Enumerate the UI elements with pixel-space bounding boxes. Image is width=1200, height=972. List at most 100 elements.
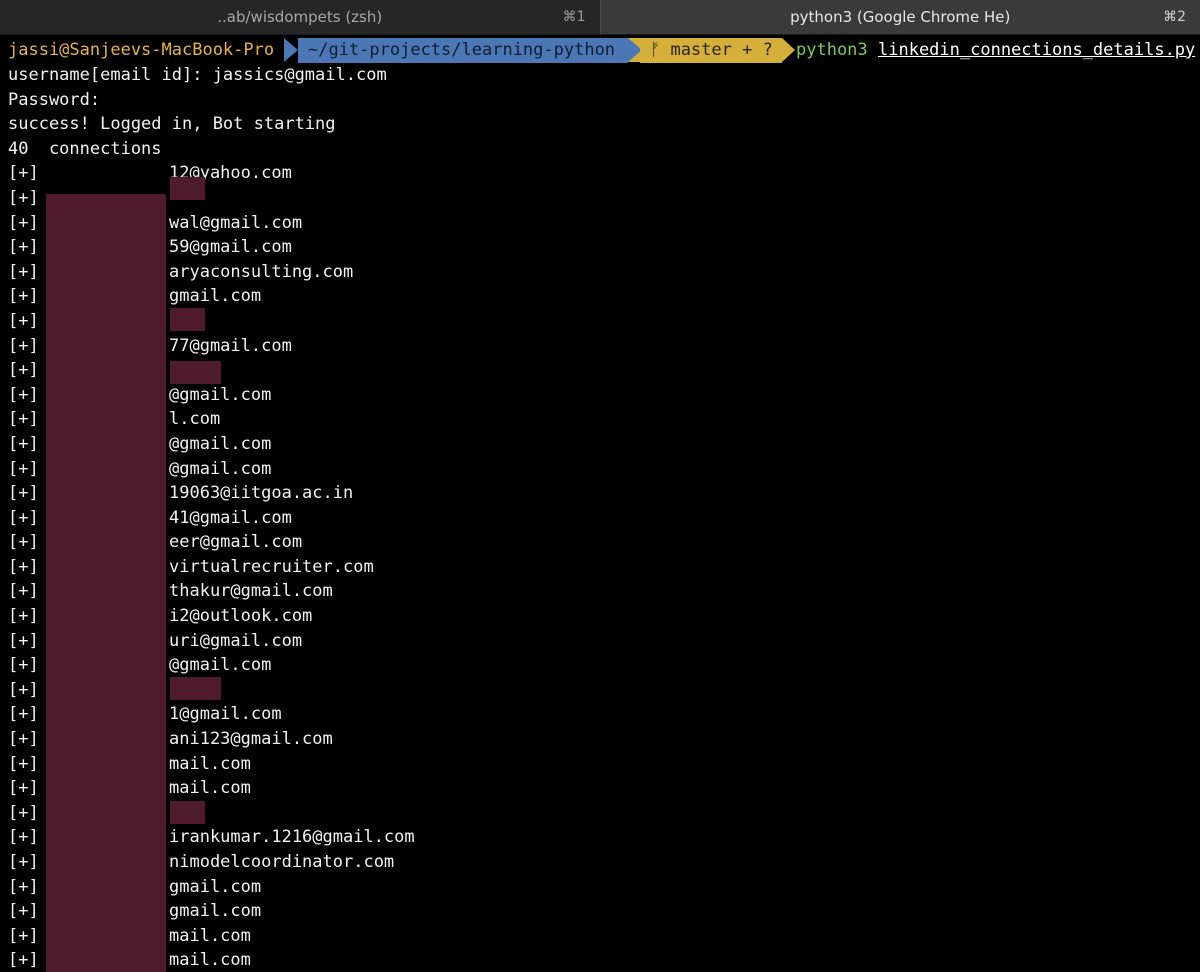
connection-row: [+] 59@gmail.com xyxy=(8,235,1200,260)
connection-email: gmail.com xyxy=(169,286,262,307)
connection-marker: [+] xyxy=(8,433,39,454)
connection-marker: [+] xyxy=(8,187,39,208)
connection-marker: [+] xyxy=(8,556,39,577)
connection-marker: [+] xyxy=(8,532,39,553)
connection-email: mail.com xyxy=(169,950,251,971)
connection-email: 1@gmail.com xyxy=(169,704,282,725)
redaction-block xyxy=(170,308,205,331)
connection-marker: [+] xyxy=(8,163,39,184)
connection-row: [+] @gmail.com xyxy=(8,653,1200,678)
connection-marker: [+] xyxy=(8,655,39,676)
connection-marker: [+] xyxy=(8,237,39,258)
connection-marker: [+] xyxy=(8,384,39,405)
password-line: Password: xyxy=(8,89,101,110)
connection-row: [+] @gmail.com xyxy=(8,383,1200,408)
connection-marker: [+] xyxy=(8,778,39,799)
redaction-block xyxy=(46,194,166,972)
connection-marker: [+] xyxy=(8,802,39,823)
connection-row: [+] 19063@iitgoa.ac.in xyxy=(8,481,1200,506)
connection-row: [+] aryaconsulting.com xyxy=(8,260,1200,285)
connection-marker: [+] xyxy=(8,876,39,897)
connection-row: [+] ani123@gmail.com xyxy=(8,727,1200,752)
connection-email: @gmail.com xyxy=(169,655,272,676)
git-branch-icon: ᚠ xyxy=(650,40,661,60)
connection-email: irankumar.1216@gmail.com xyxy=(169,827,415,848)
connection-marker: [+] xyxy=(8,507,39,528)
connection-marker: [+] xyxy=(8,901,39,922)
connection-row: [+] l.com xyxy=(8,407,1200,432)
connection-email: uri@gmail.com xyxy=(169,630,303,651)
connection-row: [+] wal@gmail.com xyxy=(8,211,1200,236)
prompt-user-host: jassi@Sanjeevs-MacBook-Pro xyxy=(8,40,275,60)
connection-row: [+] mail.com xyxy=(8,752,1200,777)
connection-email: 77@gmail.com xyxy=(169,335,292,356)
connection-marker: [+] xyxy=(8,704,39,725)
connection-row: [+] 77@gmail.com xyxy=(8,334,1200,359)
connection-email: aryaconsulting.com xyxy=(169,261,354,282)
connection-email: @gmail.com xyxy=(169,458,272,479)
connection-marker: [+] xyxy=(8,458,39,479)
connection-email: eer@gmail.com xyxy=(169,532,303,553)
connection-row: [+] nimodelcoordinator.com xyxy=(8,850,1200,875)
connection-marker: [+] xyxy=(8,409,39,430)
connection-marker: [+] xyxy=(8,483,39,504)
connection-row: [+] mail.com xyxy=(8,776,1200,801)
connection-email: 19063@iitgoa.ac.in xyxy=(169,483,354,504)
connection-marker: [+] xyxy=(8,753,39,774)
connection-marker: [+] xyxy=(8,679,39,700)
connection-email: virtualrecruiter.com xyxy=(169,556,374,577)
connection-row: [+] uri@gmail.com xyxy=(8,629,1200,654)
connection-row: [+] gmail.com xyxy=(8,875,1200,900)
connection-marker: [+] xyxy=(8,212,39,233)
shell-prompt: jassi@Sanjeevs-MacBook-Pro ~/git-project… xyxy=(0,38,1200,63)
connection-email: ani123@gmail.com xyxy=(169,729,333,750)
tab-zsh-shortcut: ⌘1 xyxy=(562,9,586,25)
tab-bar: ..ab/wisdompets (zsh) ⌘1 python3 (Google… xyxy=(0,0,1200,35)
connection-row: [+] thakur@gmail.com xyxy=(8,579,1200,604)
connection-row: [+] gmail.com xyxy=(8,899,1200,924)
connection-row: [+] 41@gmail.com xyxy=(8,506,1200,531)
connection-email: thakur@gmail.com xyxy=(169,581,333,602)
username-line: username[email id]: jassics@gmail.com xyxy=(8,65,387,85)
connection-email: gmail.com xyxy=(169,901,262,922)
connection-row: [+] @gmail.com xyxy=(8,457,1200,482)
connection-email: 41@gmail.com xyxy=(169,507,292,528)
connection-row: [+] mail.com xyxy=(8,924,1200,949)
powerline-separator-icon xyxy=(782,38,795,62)
connection-row: [+] eer@gmail.com xyxy=(8,530,1200,555)
connection-marker: [+] xyxy=(8,335,39,356)
connection-row: [+] i2@outlook.com xyxy=(8,604,1200,629)
redaction-block xyxy=(170,801,205,824)
connection-row: [+] gmail.com xyxy=(8,284,1200,309)
connection-marker: [+] xyxy=(8,581,39,602)
connections-count-line: 40 connections xyxy=(8,138,162,159)
connection-email: gmail.com xyxy=(169,876,262,897)
prompt-command: python3 xyxy=(796,40,868,60)
connection-row: [+] mail.com xyxy=(8,948,1200,972)
tab-python3-title: python3 (Google Chrome He) xyxy=(790,8,1011,26)
connection-marker: [+] xyxy=(8,852,39,872)
connection-email: l.com xyxy=(169,409,221,430)
tab-zsh-title: ..ab/wisdompets (zsh) xyxy=(217,8,383,26)
tab-python3[interactable]: python3 (Google Chrome He) ⌘2 xyxy=(599,0,1200,34)
prompt-argument: linkedin_connections_details.py xyxy=(878,40,1196,60)
connection-marker: [+] xyxy=(8,286,39,307)
connection-email: nimodelcoordinator.com xyxy=(169,852,395,872)
terminal-pane[interactable]: jassi@Sanjeevs-MacBook-Pro ~/git-project… xyxy=(0,36,1200,972)
connection-row: [+] virtualrecruiter.com xyxy=(8,555,1200,580)
success-line: success! Logged in, Bot starting xyxy=(8,114,336,135)
connection-row: [+] irankumar.1216@gmail.com xyxy=(8,825,1200,850)
connection-marker: [+] xyxy=(8,925,39,946)
connection-marker: [+] xyxy=(8,827,39,848)
connection-row: [+] @gmail.com xyxy=(8,432,1200,457)
connection-marker: [+] xyxy=(8,360,39,381)
connection-email: i2@outlook.com xyxy=(169,606,313,627)
connection-marker: [+] xyxy=(8,310,39,331)
connection-email: @gmail.com xyxy=(169,384,272,405)
tab-python3-shortcut: ⌘2 xyxy=(1163,9,1186,25)
connection-email: mail.com xyxy=(169,925,251,946)
connection-email: @gmail.com xyxy=(169,433,272,454)
connection-list: [+] 12@yahoo.com [+] [+] wal@gmail.com [+] 59@… xyxy=(8,161,1200,972)
tab-zsh[interactable]: ..ab/wisdompets (zsh) ⌘1 xyxy=(0,0,600,34)
connection-marker: [+] xyxy=(8,729,39,750)
